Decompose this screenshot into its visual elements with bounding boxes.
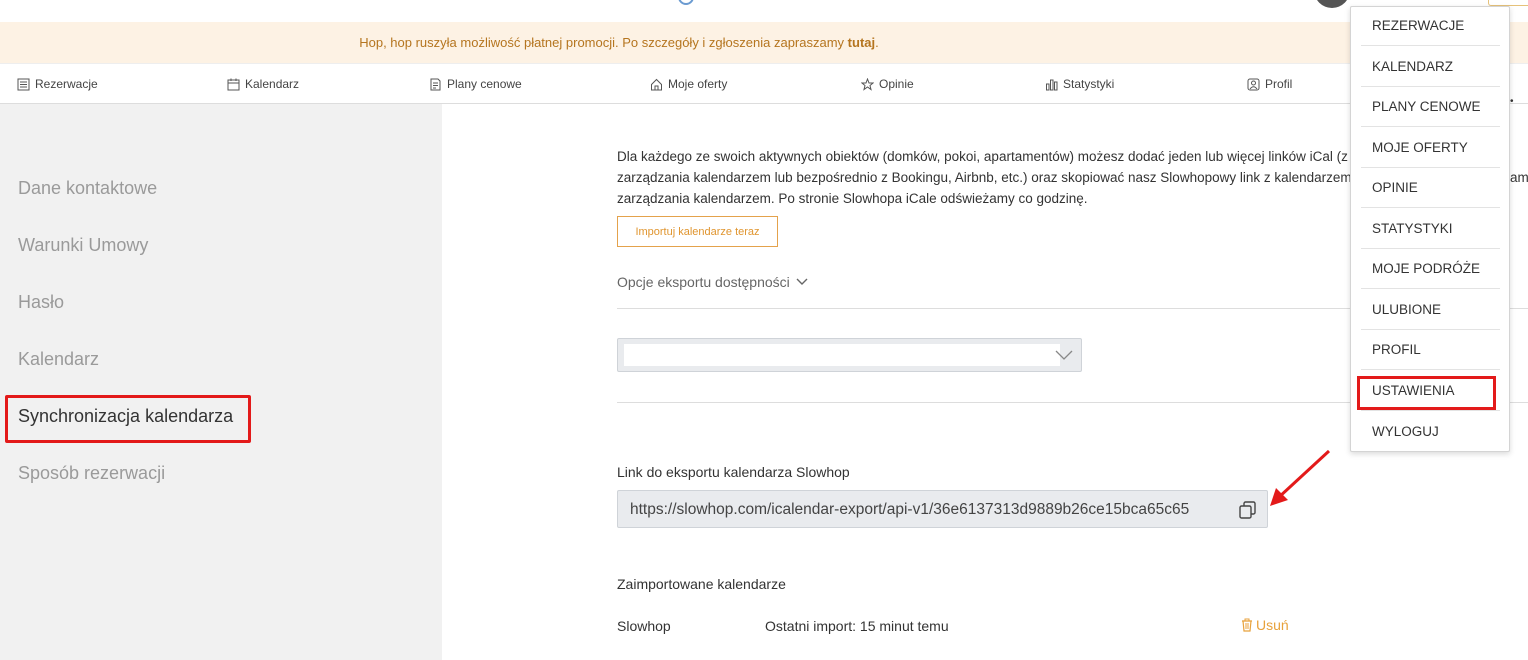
top-header [0, 0, 1528, 22]
chevron-down-icon [796, 278, 808, 285]
export-options-label: Opcje eksportu dostępności [617, 274, 790, 290]
nav-item-moje-oferty[interactable]: Moje oferty [650, 77, 727, 91]
nav-label: Statystyki [1063, 77, 1115, 91]
export-link-label: Link do eksportu kalendarza Slowhop [617, 464, 850, 480]
imported-calendar-status: Ostatni import: 15 minut temu [765, 618, 949, 634]
promo-text: Hop, hop ruszyła możliwość płatnej promo… [359, 35, 848, 50]
copy-icon[interactable] [1237, 499, 1259, 521]
sidebar-item-haslo[interactable]: Hasło [18, 292, 64, 313]
nav-item-profil[interactable]: Profil [1247, 77, 1292, 91]
remove-calendar-button[interactable]: Usuń [1241, 617, 1289, 633]
menu-item-kalendarz[interactable]: KALENDARZ [1361, 47, 1500, 87]
menu-item-moje-podroze[interactable]: MOJE PODRÓŻE [1361, 249, 1500, 289]
nav-label: Kalendarz [245, 77, 300, 91]
nav-label: Moje oferty [668, 77, 728, 91]
object-select[interactable] [617, 338, 1082, 372]
site-logo[interactable] [678, 0, 832, 5]
sidebar-item-dane-kontaktowe[interactable]: Dane kontaktowe [18, 178, 157, 199]
trash-icon [1242, 618, 1252, 632]
nav-item-opinie[interactable]: Opinie [861, 77, 914, 91]
menu-item-opinie[interactable]: OPINIE [1361, 168, 1500, 208]
imported-calendars-label: Zaimportowane kalendarze [617, 576, 786, 592]
promo-link[interactable]: tutaj [848, 35, 875, 50]
menu-item-profil[interactable]: PROFIL [1361, 330, 1500, 370]
imported-calendar-name: Slowhop [617, 618, 671, 634]
settings-sidebar: Dane kontaktowe Warunki Umowy Hasło Kale… [0, 104, 442, 660]
export-link-value[interactable]: https://slowhop.com/icalendar-export/api… [630, 501, 1189, 519]
promo-banner-text: Hop, hop ruszyła możliwość płatnej promo… [359, 35, 879, 50]
sidebar-highlight-box [5, 395, 251, 443]
home-icon [651, 78, 662, 90]
user-dropdown-menu: REZERWACJE KALENDARZ PLANY CENOWE MOJE O… [1350, 6, 1510, 452]
export-link-field[interactable]: https://slowhop.com/icalendar-export/api… [617, 490, 1268, 528]
menu-item-ulubione[interactable]: ULUBIONE [1361, 290, 1500, 330]
logo-icon [678, 0, 694, 5]
nav-label: Rezerwacje [35, 77, 98, 91]
calendar-icon [227, 78, 240, 90]
annotation-arrow [1270, 449, 1331, 506]
select-value [624, 344, 1060, 366]
menu-item-plany-cenowe[interactable]: PLANY CENOWE [1361, 87, 1500, 127]
description-truncated: amu [1510, 170, 1528, 185]
sidebar-item-warunki-umowy[interactable]: Warunki Umowy [18, 235, 148, 256]
sidebar-item-kalendarz[interactable]: Kalendarz [18, 349, 99, 370]
bar-chart-icon [1046, 79, 1058, 90]
description-line-text: zarządzania kalendarzem lub bezpośrednio… [617, 170, 1352, 185]
import-calendars-button[interactable]: Importuj kalendarze teraz [617, 216, 778, 247]
nav-label: Opinie [879, 77, 914, 91]
nav-item-plany-cenowe[interactable]: Plany cenowe [429, 77, 522, 91]
nav-item-rezerwacje[interactable]: Rezerwacje [17, 77, 98, 91]
chevron-down-icon [1055, 350, 1073, 360]
nav-item-kalendarz[interactable]: Kalendarz [227, 77, 299, 91]
menu-item-rezerwacje[interactable]: REZERWACJE [1361, 6, 1500, 46]
remove-label: Usuń [1256, 617, 1289, 633]
avatar[interactable] [1314, 0, 1350, 8]
document-icon [430, 78, 441, 90]
star-icon [861, 77, 874, 91]
nav-item-statystyki[interactable]: Statystyki [1045, 77, 1114, 91]
export-options-toggle[interactable]: Opcje eksportu dostępności [617, 274, 808, 290]
main-nav: Rezerwacje Kalendarz Plany cenowe Moje o… [0, 64, 1528, 104]
list-icon [17, 78, 30, 90]
menu-item-moje-oferty[interactable]: MOJE OFERTY [1361, 128, 1500, 168]
nav-label: Profil [1265, 77, 1293, 91]
user-icon [1247, 78, 1260, 90]
menu-highlight-box [1357, 376, 1496, 410]
menu-item-statystyki[interactable]: STATYSTYKI [1361, 209, 1500, 249]
menu-item-wyloguj[interactable]: WYLOGUJ [1361, 411, 1500, 451]
promo-banner: Hop, hop ruszyła możliwość płatnej promo… [0, 22, 1528, 64]
menu-edge-marker: • [1510, 96, 1514, 107]
sidebar-item-sposob-rezerwacji[interactable]: Sposób rezerwacji [18, 463, 165, 484]
nav-label: Plany cenowe [447, 77, 522, 91]
promo-suffix: . [875, 35, 879, 50]
